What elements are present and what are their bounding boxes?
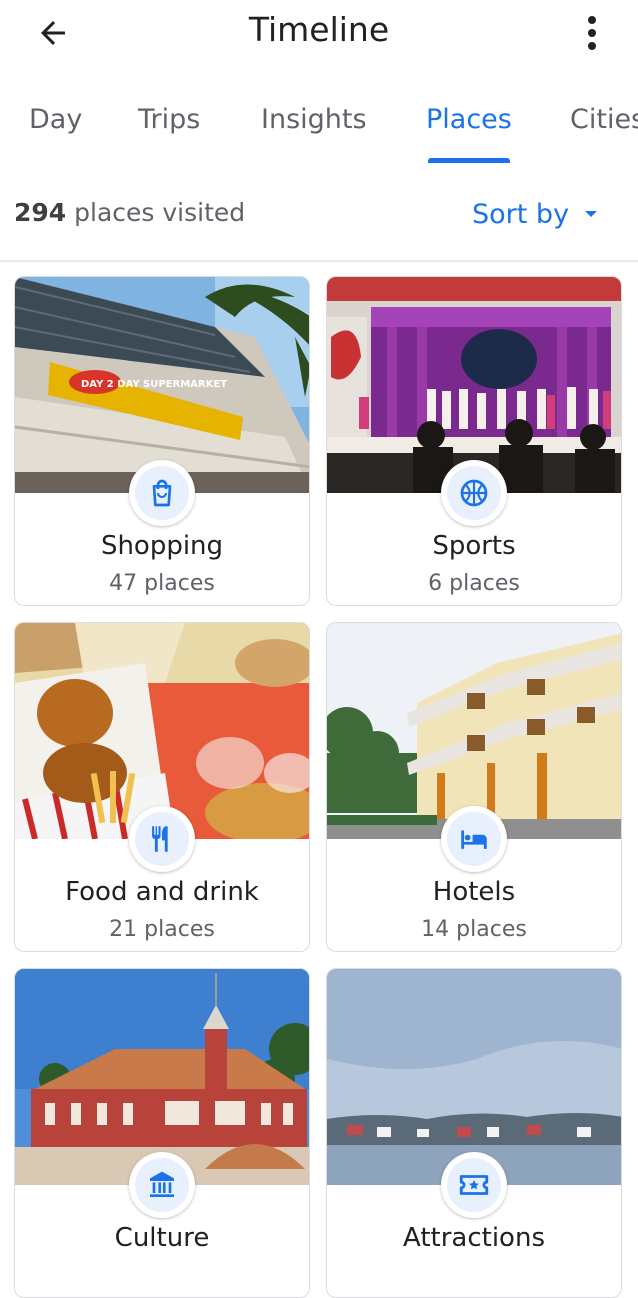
category-card-culture[interactable]: Culture	[14, 968, 310, 1298]
attractions-badge	[441, 1152, 507, 1218]
shopping-badge	[129, 460, 195, 526]
app-bar: Timeline	[0, 0, 638, 66]
sort-by-button[interactable]: Sort by	[472, 194, 599, 234]
category-card-sports[interactable]: Sports 6 places	[326, 276, 622, 606]
shopping-bag-icon	[152, 479, 172, 507]
ticket-icon	[459, 1175, 489, 1195]
food-badge	[129, 806, 195, 872]
category-count: 14 places	[421, 917, 527, 942]
places-label: places visited	[74, 198, 246, 227]
category-name: Sports	[432, 531, 516, 561]
category-name: Shopping	[100, 531, 224, 561]
category-count: 21 places	[109, 917, 215, 942]
restaurant-icon	[152, 826, 168, 852]
category-card-food-and-drink[interactable]: Food and drink 21 places	[14, 622, 310, 952]
more-vert-icon	[588, 16, 596, 50]
page-title: Timeline	[248, 10, 390, 49]
category-count: 6 places	[428, 571, 520, 596]
hotel-bed-icon	[461, 830, 487, 849]
divider	[0, 260, 638, 262]
category-card-attractions[interactable]: Attractions	[326, 968, 622, 1298]
sports-badge	[441, 460, 507, 526]
category-name: Culture	[114, 1223, 210, 1253]
category-name: Food and drink	[65, 877, 259, 907]
more-options-button[interactable]	[572, 10, 612, 56]
category-card-hotels[interactable]: Hotels 14 places	[326, 622, 622, 952]
culture-badge	[129, 1152, 195, 1218]
shopping-sign: DAY 2 DAY SUPERMARKET	[81, 379, 227, 390]
tab-places[interactable]: Places	[426, 104, 512, 135]
tab-trips[interactable]: Trips	[138, 104, 200, 135]
hotels-badge	[441, 806, 507, 872]
places-count: 294	[14, 198, 67, 227]
tab-cities[interactable]: Cities	[570, 104, 638, 135]
active-tab-indicator	[428, 158, 510, 163]
tab-day[interactable]: Day	[29, 104, 82, 135]
category-count: 47 places	[109, 571, 215, 596]
tab-bar: Day Trips Insights Places Cities	[0, 86, 638, 166]
category-name: Hotels	[432, 877, 516, 907]
tab-insights[interactable]: Insights	[261, 104, 367, 135]
category-name: Attractions	[403, 1223, 545, 1253]
basketball-icon	[460, 479, 488, 507]
museum-icon	[150, 1171, 174, 1197]
sort-by-label: Sort by	[472, 198, 570, 230]
dropdown-arrow-icon	[585, 211, 598, 217]
category-card-shopping[interactable]: DAY 2 DAY SUPERMARKET Shopping 47 places	[14, 276, 310, 606]
places-visited-summary: 294 places visited	[14, 198, 245, 227]
